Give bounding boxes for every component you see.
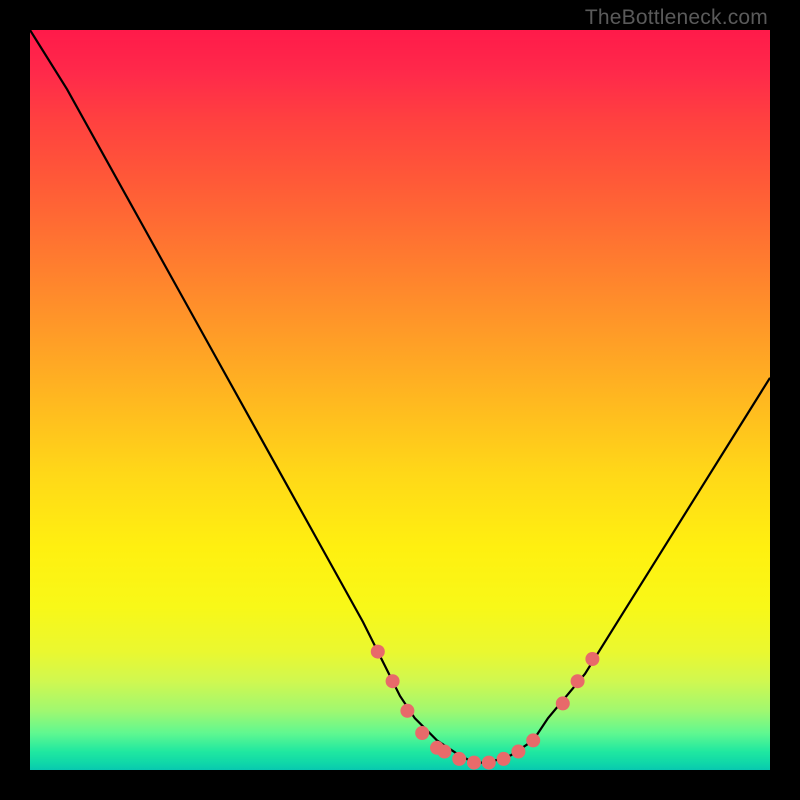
marker-point [400,704,414,718]
marker-point [556,696,570,710]
marker-point [482,756,496,770]
marker-point [452,752,466,766]
chart-svg [30,30,770,770]
bottleneck-curve [30,30,770,763]
marker-point [371,645,385,659]
marker-point [437,745,451,759]
marker-point [497,752,511,766]
marker-point [386,674,400,688]
marker-point [415,726,429,740]
marker-point [585,652,599,666]
highlight-markers [371,645,600,770]
watermark-text: TheBottleneck.com [585,6,768,30]
marker-point [526,733,540,747]
marker-point [467,756,481,770]
chart-container: TheBottleneck.com [0,0,800,800]
marker-point [511,745,525,759]
plot-area [30,30,770,770]
marker-point [571,674,585,688]
